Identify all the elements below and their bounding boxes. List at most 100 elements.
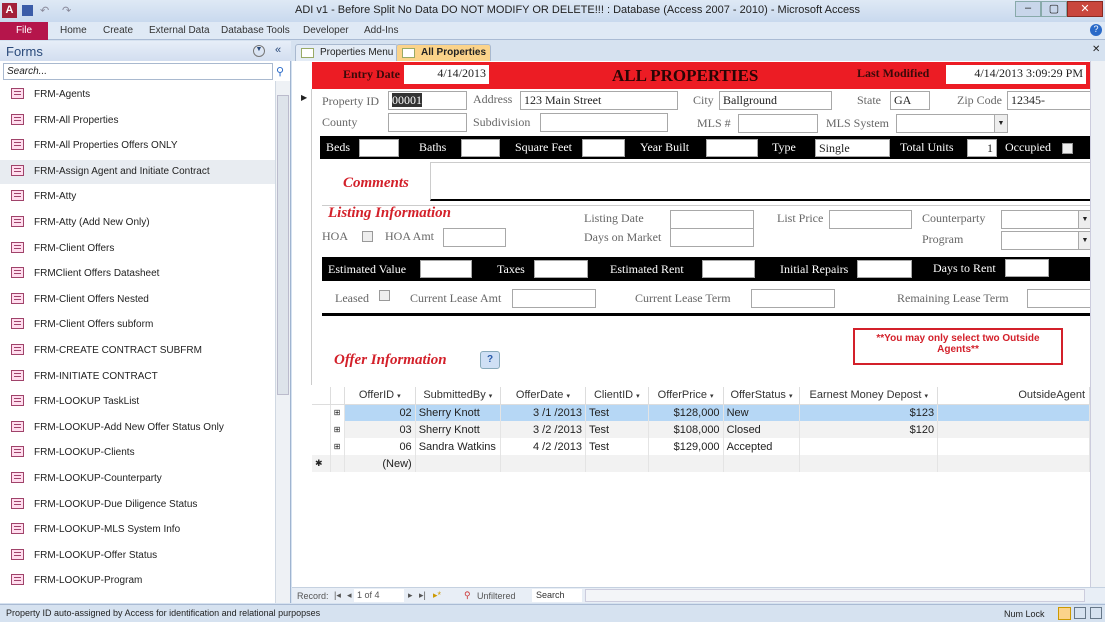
table-row[interactable]: ⊞ 06 Sandra Watkins 4 /2 /2013 Test $129,000 A… [312, 438, 1090, 455]
table-cell[interactable]: New [723, 404, 801, 421]
nav-item[interactable]: FRM-LOOKUP-Offer Status [0, 544, 275, 568]
search-icon[interactable]: ⚲ [276, 65, 284, 78]
row-selector[interactable] [312, 438, 331, 455]
table-cell[interactable]: Sherry Knott [415, 421, 501, 438]
table-cell[interactable]: Closed [723, 421, 801, 438]
sort-dropdown-icon[interactable]: ▾ [489, 393, 493, 400]
table-cell[interactable]: $120 [799, 421, 939, 438]
nav-item[interactable]: FRM-All Properties Offers ONLY [0, 134, 275, 158]
table-cell[interactable]: $129,000 [648, 438, 724, 455]
nav-pane-title[interactable]: Forms [6, 44, 43, 59]
tab-properties-menu[interactable]: Properties Menu [295, 44, 399, 61]
nav-item[interactable]: FRM-LOOKUP TaskList [0, 390, 275, 414]
city-field[interactable]: Ballground [719, 91, 832, 110]
type-field[interactable]: Single [815, 139, 890, 157]
nav-item[interactable]: FRM-LOOKUP-Program [0, 569, 275, 593]
table-cell[interactable]: $108,000 [648, 421, 724, 438]
last-modified-field[interactable]: 4/14/2013 3:09:29 PM [946, 65, 1086, 84]
nav-item[interactable]: FRM-LOOKUP-Add New Offer Status Only [0, 416, 275, 440]
current-lease-term-field[interactable] [751, 289, 835, 308]
close-tab-icon[interactable]: ✕ [1092, 44, 1100, 55]
record-search-input[interactable]: Search [532, 589, 582, 602]
zip-field[interactable]: 12345- [1007, 91, 1092, 110]
table-row[interactable]: ⊞ 02 Sherry Knott 3 /1 /2013 Test $128,000 New… [312, 404, 1090, 421]
table-cell[interactable]: 3 /1 /2013 [500, 404, 586, 421]
table-cell[interactable] [937, 404, 1090, 421]
column-header[interactable]: SubmittedBy ▾ [415, 387, 501, 405]
datasheet-view-icon[interactable] [1074, 607, 1086, 619]
column-header[interactable]: OfferPrice ▾ [648, 387, 724, 405]
dropdown-arrow-icon[interactable]: ▼ [994, 115, 1007, 132]
hoa-amt-field[interactable] [443, 228, 506, 247]
tab-database-tools[interactable]: Database Tools [221, 25, 290, 36]
nav-item[interactable]: FRMClient Offers Datasheet [0, 262, 275, 286]
table-row[interactable]: ⊞ 03 Sherry Knott 3 /2 /2013 Test $108,000 Clo… [312, 421, 1090, 438]
tab-create[interactable]: Create [103, 25, 133, 36]
comments-field[interactable] [430, 162, 1092, 201]
state-field[interactable]: GA [890, 91, 930, 110]
nav-item[interactable]: FRM-CREATE CONTRACT SUBFRM [0, 339, 275, 363]
nav-item[interactable]: FRM-Client Offers subform [0, 313, 275, 337]
help-icon[interactable]: ? [1090, 24, 1102, 36]
estimated-value-field[interactable] [420, 260, 472, 278]
collapse-pane-icon[interactable]: « [275, 44, 281, 56]
nav-item[interactable]: FRM-INITIATE CONTRACT [0, 365, 275, 389]
maximize-button[interactable]: ▢ [1041, 1, 1067, 17]
nav-item[interactable]: FRM-Agents [0, 83, 275, 107]
horizontal-scrollbar[interactable] [585, 589, 1085, 602]
nav-menu-chevron-icon[interactable]: ▼ [253, 45, 265, 57]
nav-item[interactable]: FRM-LOOKUP-Due Diligence Status [0, 493, 275, 517]
beds-field[interactable] [359, 139, 399, 157]
table-cell[interactable] [937, 438, 1090, 455]
column-header[interactable]: ClientID ▾ [585, 387, 649, 405]
nav-item[interactable]: FRM-Client Offers [0, 237, 275, 261]
table-cell[interactable]: Accepted [723, 438, 801, 455]
estimated-rent-field[interactable] [702, 260, 755, 278]
nav-item[interactable]: FRM-Atty (Add New Only) [0, 211, 275, 235]
table-cell[interactable]: Sandra Watkins [415, 438, 501, 455]
column-header[interactable]: OfferStatus ▾ [723, 387, 801, 405]
table-cell[interactable] [937, 421, 1090, 438]
leased-checkbox[interactable] [379, 290, 390, 301]
column-header[interactable]: OfferID ▾ [344, 387, 416, 405]
sort-dropdown-icon[interactable]: ▾ [566, 393, 570, 400]
subdivision-field[interactable] [540, 113, 668, 132]
table-cell[interactable]: (New) [344, 455, 416, 472]
sort-dropdown-icon[interactable]: ▾ [710, 393, 714, 400]
row-selector[interactable] [312, 404, 331, 421]
tab-external-data[interactable]: External Data [149, 25, 210, 36]
new-record-button[interactable]: ▸* [433, 590, 441, 601]
tab-home[interactable]: Home [60, 25, 87, 36]
help-icon[interactable]: ? [480, 351, 500, 369]
row-selector[interactable] [312, 421, 331, 438]
expand-icon[interactable]: ⊞ [330, 438, 345, 455]
year-built-field[interactable] [706, 139, 758, 157]
total-units-field[interactable]: 1 [967, 139, 997, 157]
filter-status[interactable]: Unfiltered [477, 591, 516, 601]
program-select[interactable]: ▼ [1001, 231, 1092, 250]
table-cell[interactable]: $128,000 [648, 404, 724, 421]
nav-search-input[interactable]: Search... [3, 63, 273, 80]
save-icon[interactable] [22, 5, 33, 16]
county-field[interactable] [388, 113, 467, 132]
table-cell[interactable]: $123 [799, 404, 939, 421]
tab-all-properties[interactable]: All Properties [396, 44, 492, 61]
occupied-checkbox[interactable] [1062, 143, 1073, 154]
table-cell[interactable]: 06 [344, 438, 416, 455]
table-cell[interactable]: 03 [344, 421, 416, 438]
sort-dropdown-icon[interactable]: ▾ [636, 393, 640, 400]
nav-item[interactable]: FRM-LOOKUP-Counterparty [0, 467, 275, 491]
hoa-checkbox[interactable] [362, 231, 373, 242]
table-cell[interactable] [799, 438, 939, 455]
sort-dropdown-icon[interactable]: ▾ [925, 393, 929, 400]
tab-add-ins[interactable]: Add-Ins [364, 25, 398, 36]
mls-system-select[interactable]: ▼ [896, 114, 1008, 133]
design-view-icon[interactable] [1090, 607, 1102, 619]
last-record-button[interactable]: ▸| [419, 590, 426, 601]
table-cell[interactable]: Test [585, 421, 649, 438]
days-on-market-field[interactable] [670, 228, 754, 247]
form-view-icon[interactable] [1058, 607, 1071, 620]
undo-icon[interactable]: ↶ [40, 4, 49, 17]
vertical-scrollbar[interactable] [1090, 61, 1105, 587]
current-record-field[interactable]: 1 of 4 [354, 589, 404, 602]
